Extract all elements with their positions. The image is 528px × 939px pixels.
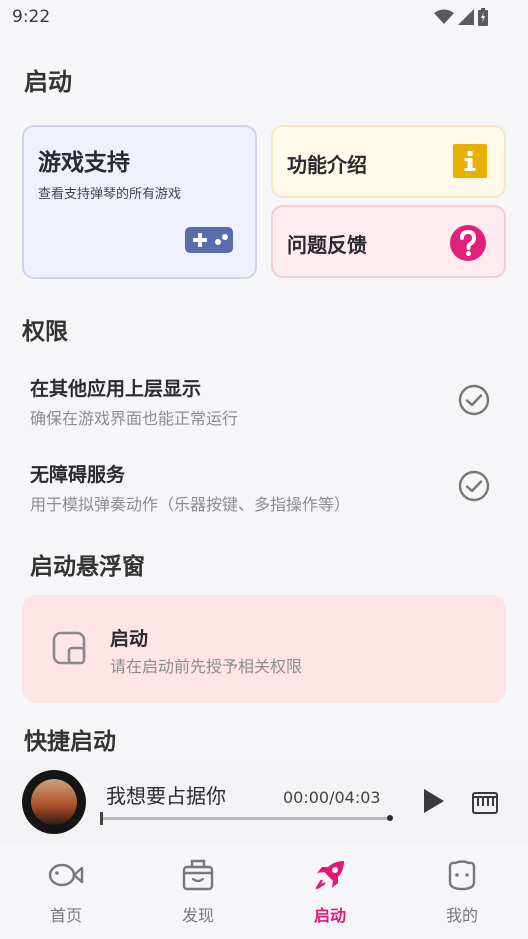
permission-title: 无障碍服务 xyxy=(30,464,126,486)
signal-icon xyxy=(458,9,474,25)
nav-label: 发现 xyxy=(181,906,214,925)
progress-bar[interactable] xyxy=(100,812,393,825)
launch-desc: 请在启动前先授予相关权限 xyxy=(110,657,303,676)
check-circle-icon xyxy=(458,470,490,502)
game-support-subtitle: 查看支持弹琴的所有游戏 xyxy=(38,187,182,202)
nav-item-mine[interactable]: 我的 xyxy=(422,858,502,926)
fish-icon xyxy=(48,863,84,887)
nav-label: 首页 xyxy=(49,906,82,925)
gamepad-icon xyxy=(185,227,233,253)
nav-item-home[interactable]: 首页 xyxy=(26,858,106,926)
wifi-icon xyxy=(434,9,454,24)
launch-title: 启动 xyxy=(110,628,149,650)
feature-intro-title: 功能介绍 xyxy=(287,153,367,177)
check-circle-icon xyxy=(458,384,490,416)
permission-desc: 用于模拟弹奏动作（乐器按键、多指操作等） xyxy=(30,495,351,514)
permissions-heading: 权限 xyxy=(22,319,68,345)
nav-label: 我的 xyxy=(445,906,478,925)
status-icons xyxy=(434,8,488,26)
status-bar: 9:22 xyxy=(0,0,528,36)
battery-icon xyxy=(478,8,488,26)
album-art[interactable] xyxy=(22,770,86,834)
game-support-title: 游戏支持 xyxy=(38,150,130,176)
nav-label: 启动 xyxy=(313,906,346,925)
feedback-card[interactable]: 问题反馈 xyxy=(271,205,506,278)
floating-window-heading: 启动悬浮窗 xyxy=(30,554,145,580)
gift-box-icon xyxy=(182,859,214,891)
status-time: 9:22 xyxy=(12,7,51,27)
floating-window-icon xyxy=(52,631,86,665)
permission-item-overlay[interactable]: 在其他应用上层显示 确保在游戏界面也能正常运行 xyxy=(30,374,500,429)
permission-title: 在其他应用上层显示 xyxy=(30,378,202,400)
mini-player[interactable]: 我想要占据你 00:00/04:03 xyxy=(0,760,528,844)
rocket-icon xyxy=(315,861,344,890)
piano-icon[interactable] xyxy=(472,792,498,814)
launch-floating-window-button[interactable]: 启动 请在启动前先授予相关权限 xyxy=(22,595,506,703)
quick-launch-heading: 快捷启动 xyxy=(24,729,116,755)
feature-intro-card[interactable]: 功能介绍 xyxy=(271,125,506,198)
playback-time: 00:00/04:03 xyxy=(283,788,381,807)
permission-item-accessibility[interactable]: 无障碍服务 用于模拟弹奏动作（乐器按键、多指操作等） xyxy=(30,460,500,515)
song-title: 我想要占据你 xyxy=(106,784,226,808)
game-support-card[interactable]: 游戏支持 查看支持弹琴的所有游戏 xyxy=(22,125,257,279)
nav-item-discover[interactable]: 发现 xyxy=(158,858,238,926)
feedback-title: 问题反馈 xyxy=(287,233,367,257)
page-title: 启动 xyxy=(24,68,72,96)
progress-thumb[interactable] xyxy=(387,815,393,821)
face-icon xyxy=(448,860,476,891)
bottom-nav: 首页 发现 启动 我的 xyxy=(0,844,528,939)
permission-desc: 确保在游戏界面也能正常运行 xyxy=(30,409,239,428)
info-icon xyxy=(453,144,487,178)
play-icon[interactable] xyxy=(422,787,446,815)
nav-item-launch[interactable]: 启动 xyxy=(290,858,370,926)
question-icon xyxy=(450,225,486,261)
